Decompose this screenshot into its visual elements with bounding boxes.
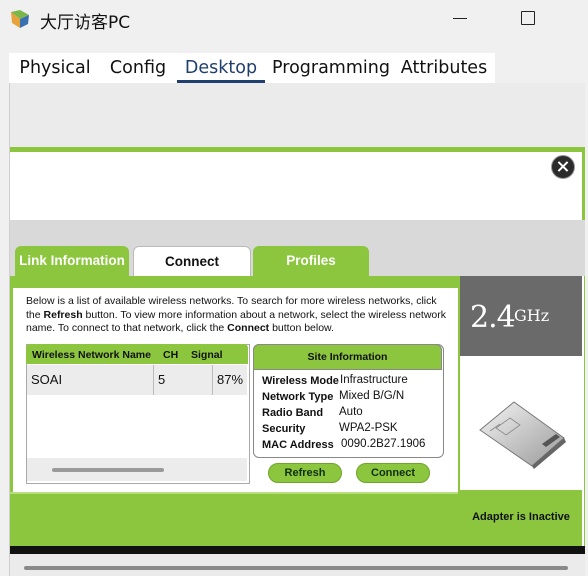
network-signal: 87% [217,372,244,387]
tab-desktop[interactable]: Desktop [177,53,265,83]
connect-button[interactable]: Connect [356,463,430,483]
title-bar: 大厅访客PC [0,0,588,38]
tab-physical[interactable]: Physical [9,53,101,83]
column-header-channel: CH [163,349,179,361]
wireless-card-icon [479,401,566,469]
network-name[interactable]: SOAI [31,372,62,387]
tab-attributes[interactable]: Attributes [397,53,491,83]
packet-tracer-app-icon [11,10,29,28]
network-list-scrollbar[interactable] [52,468,164,472]
value-radio-band: Auto [339,406,363,418]
label-mac-address: MAC Address [262,439,334,451]
column-divider [153,365,154,395]
horizontal-scrollbar[interactable] [24,566,568,570]
value-security: WPA2-PSK [339,422,398,434]
panel-top-border [10,147,585,152]
label-wireless-mode: Wireless Mode [262,375,339,387]
connect-top-band [10,276,458,288]
tab-programming[interactable]: Programming [271,53,391,83]
refresh-button[interactable]: Refresh [268,463,342,483]
value-network-type: Mixed B/G/N [339,390,405,402]
tab-link-information[interactable]: Link Information [15,246,129,276]
footer-strip [10,546,585,554]
column-header-signal: Signal [191,349,223,361]
band-value: 2.4 [470,300,516,335]
label-network-type: Network Type [262,391,334,403]
value-mac-address: 0090.2B27.1906 [341,438,426,450]
close-icon[interactable] [551,155,575,179]
minimize-button[interactable] [445,4,475,32]
column-divider [212,365,213,395]
maximize-button[interactable] [512,4,544,32]
site-information-title: Site Information [307,351,388,363]
window-title: 大厅访客PC [40,13,131,33]
bottom-band [10,494,458,546]
device-tabs: Physical Config Desktop Programming Attr… [9,53,495,83]
label-radio-band: Radio Band [262,407,324,419]
tab-config[interactable]: Config [103,53,173,83]
instructions-text: Below is a list of available wireless ne… [26,295,447,334]
network-channel: 5 [158,372,166,387]
adapter-status: Adapter is Inactive [472,511,570,523]
column-header-network-name: Wireless Network Name [32,349,151,361]
band-unit: GHz [514,306,550,325]
label-security: Security [262,423,306,435]
value-wireless-mode: Infrastructure [340,374,408,386]
tab-profiles[interactable]: Profiles [253,246,369,276]
tab-connect[interactable]: Connect [133,246,251,277]
